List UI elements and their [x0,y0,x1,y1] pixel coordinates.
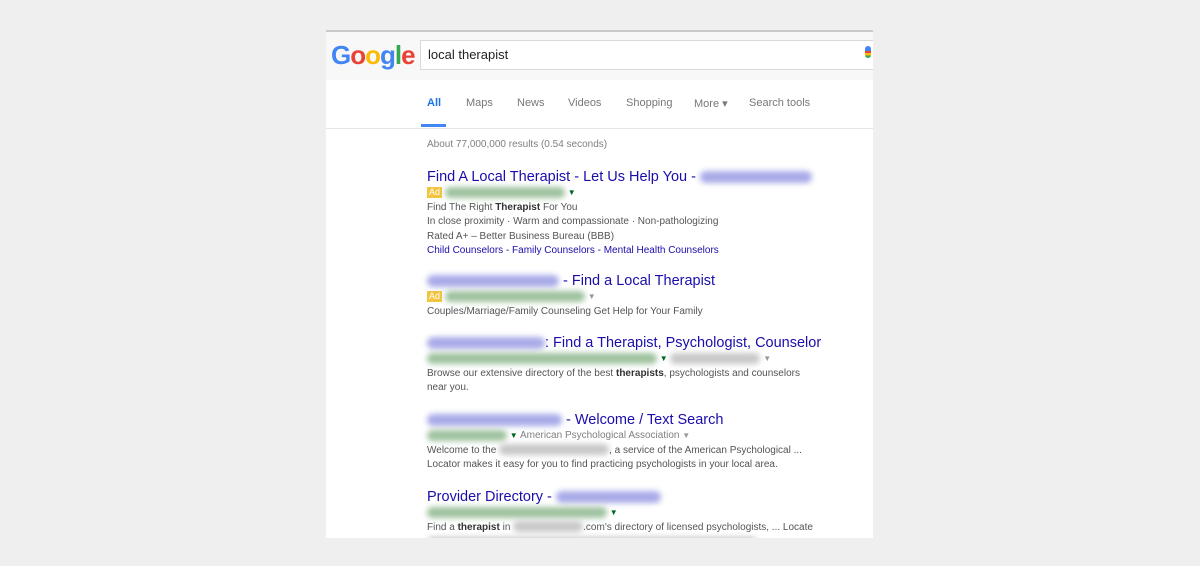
google-logo[interactable]: Google [331,38,416,72]
result-snippet: Welcome to the , a service of the Americ… [427,444,802,456]
redacted-url-extra [670,352,761,364]
search-result: : Find a Therapist, Psychologist, Counse… [427,334,847,396]
search-input[interactable]: local therapist [420,40,873,70]
microphone-icon[interactable] [865,46,871,58]
redacted-text [427,536,757,538]
search-result: - Welcome / Text Search ▼ American Psych… [427,411,847,473]
tab-search-tools[interactable]: Search tools [749,97,810,109]
active-tab-indicator [421,124,446,127]
result-snippet: Find The Right Therapist For You [427,201,578,213]
url-dropdown-icon[interactable]: ▼ [660,354,668,363]
redacted-domain [427,337,545,350]
result-title[interactable]: Provider Directory - [427,488,847,506]
result-url-text: American Psychological Association [519,430,680,441]
result-title-text[interactable]: - Find a Local Therapist [563,273,715,289]
result-snippet: Browse our extensive directory of the be… [427,367,800,379]
result-snippet-line: Locator makes it easy for you to find pr… [427,459,778,470]
result-snippet: Couples/Marriage/Family Counseling Get H… [427,305,703,317]
result-title-text[interactable]: : Find a Therapist, Psychologist, Counse… [545,335,821,351]
redacted-domain [555,491,661,504]
header: Google local therapist [326,32,873,80]
tab-shopping[interactable]: Shopping [626,97,673,109]
tab-news[interactable]: News [517,97,545,109]
ad-badge: Ad [427,290,443,302]
sitelinks[interactable]: Child Counselors - Family Counselors - M… [427,244,847,259]
tab-more[interactable]: More ▾ [694,97,728,110]
result-title[interactable]: - Find a Local Therapist [427,272,847,290]
redacted-url [427,352,657,364]
url-dropdown-icon[interactable]: ▼ [588,292,596,301]
result-stats: About 77,000,000 results (0.54 seconds) [427,139,608,150]
redacted-url [427,506,607,518]
ad-badge: Ad [427,186,443,198]
redacted-url [445,290,586,302]
search-result: Provider Directory - ▼ Find a therapist … [427,488,847,538]
url-dropdown-icon[interactable]: ▼ [763,354,771,363]
tab-all[interactable]: All [427,97,441,109]
result-title[interactable]: Find A Local Therapist - Let Us Help You… [427,168,847,186]
redacted-domain [427,275,559,288]
redacted-url [445,186,566,198]
search-tabs: All Maps News Videos Shopping More ▾ Sea… [326,80,873,129]
redacted-text [499,444,610,456]
browser-frame: Google local therapist All Maps News Vid… [326,30,873,538]
url-dropdown-icon[interactable]: ▼ [682,431,690,440]
result-rating: Rated A+ – Better Business Bureau (BBB) [427,230,615,242]
result-title[interactable]: - Welcome / Text Search [427,411,847,429]
result-title-text[interactable]: Provider Directory - [427,489,552,505]
redacted-domain [427,414,562,427]
tab-maps[interactable]: Maps [466,97,493,109]
result-snippet-line: near you. [427,382,469,393]
result-title-text[interactable]: - Welcome / Text Search [566,412,723,428]
search-result: Find A Local Therapist - Let Us Help You… [427,168,847,259]
search-result: - Find a Local Therapist Ad ▼ Couples/Ma… [427,272,847,319]
url-dropdown-icon[interactable]: ▼ [568,188,576,197]
result-snippet-line: In close proximity · Warm and compassion… [427,216,719,227]
result-snippet: Find a therapist in .com's directory of … [427,521,813,533]
tab-videos[interactable]: Videos [568,97,601,109]
url-dropdown-icon[interactable]: ▼ [510,431,518,440]
redacted-text [513,521,584,533]
redacted-url [427,429,507,441]
redacted-domain [699,171,812,184]
url-dropdown-icon[interactable]: ▼ [610,508,618,517]
result-title[interactable]: : Find a Therapist, Psychologist, Counse… [427,334,847,352]
result-title-text[interactable]: Find A Local Therapist - Let Us Help You… [427,169,696,185]
